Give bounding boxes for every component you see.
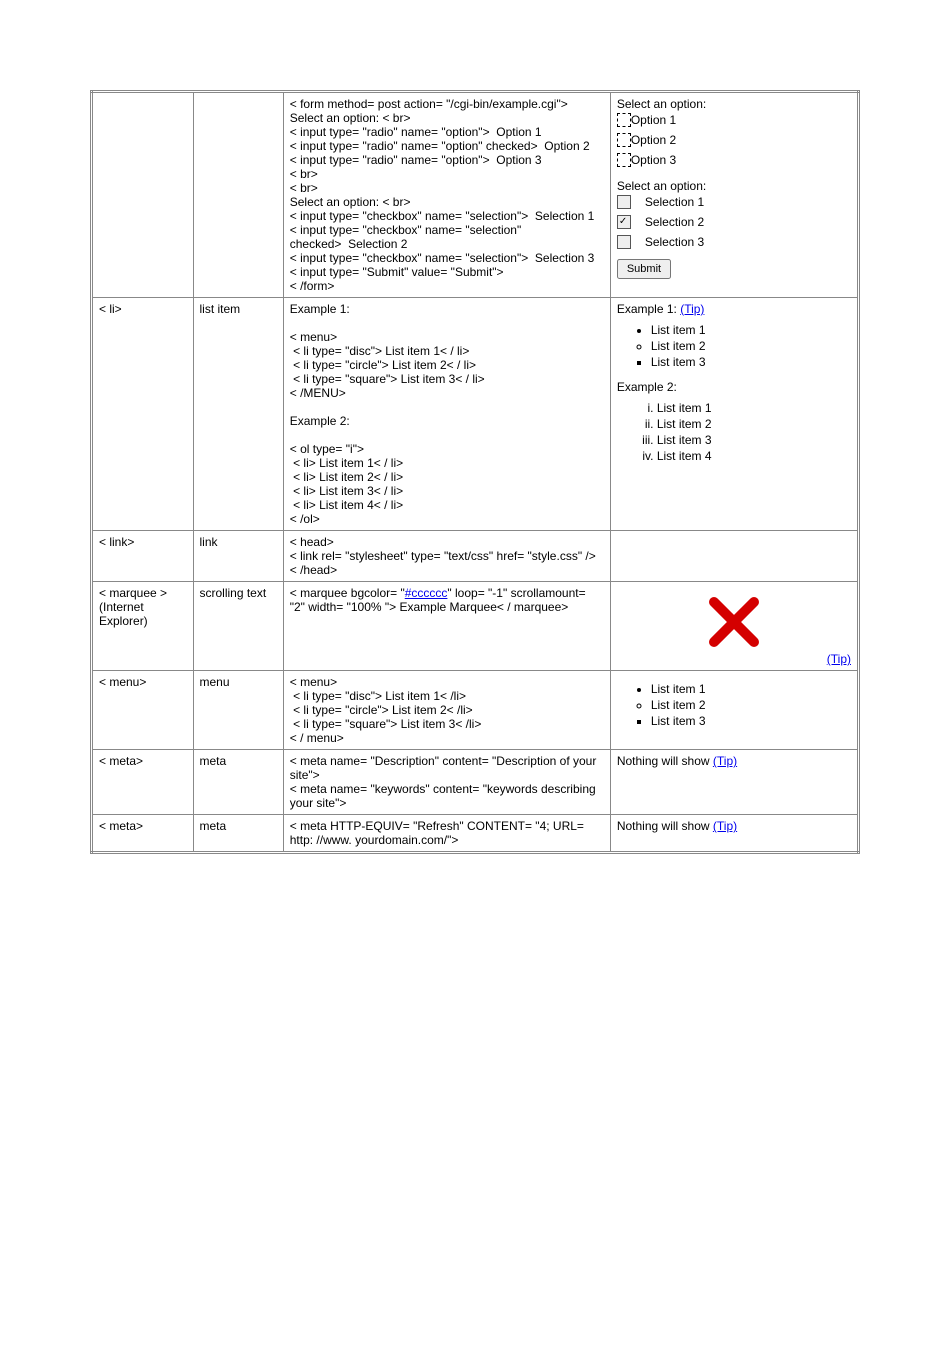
cell-preview <box>610 531 858 582</box>
menu-list-preview: List item 1 List item 2 List item 3 <box>617 681 851 729</box>
cell-tag <box>92 92 194 298</box>
list-preview-2: List item 1 List item 2 List item 3 List… <box>617 400 851 464</box>
row-meta-desc: < meta> meta < meta name= "Description" … <box>92 750 859 815</box>
cell-code: Example 1: < menu> < li type= "disc"> Li… <box>283 298 610 531</box>
tip-link[interactable]: (Tip) <box>827 652 851 666</box>
example2-label: Example 2: <box>617 380 677 394</box>
option-label: Option 2 <box>631 133 676 147</box>
row-link: < link> link < head> < link rel= "styles… <box>92 531 859 582</box>
cell-code: < meta HTTP-EQUIV= "Refresh" CONTENT= "4… <box>283 815 610 853</box>
cell-tag: < marquee > (Internet Explorer) <box>92 582 194 671</box>
cell-name <box>193 92 283 298</box>
radio-group-label: Select an option: <box>617 97 706 111</box>
cell-tag: < li> <box>92 298 194 531</box>
cell-name: meta <box>193 750 283 815</box>
list-item: List item 4 <box>657 448 851 464</box>
cell-code: < marquee bgcolor= "#cccccc" loop= "-1" … <box>283 582 610 671</box>
list-item: List item 3 <box>651 713 851 729</box>
cell-name: meta <box>193 815 283 853</box>
cell-code: < form method= post action= "/cgi-bin/ex… <box>283 92 610 298</box>
cell-preview: Nothing will show (Tip) <box>610 815 858 853</box>
checkbox-group-label: Select an option: <box>617 179 706 193</box>
radio-icon[interactable] <box>617 113 631 127</box>
list-item: List item 1 <box>651 681 851 697</box>
row-meta-refresh: < meta> meta < meta HTTP-EQUIV= "Refresh… <box>92 815 859 853</box>
selection-label: Selection 1 <box>645 195 704 209</box>
radio-icon[interactable] <box>617 133 631 147</box>
option-label: Option 3 <box>631 153 676 167</box>
checkbox-icon[interactable] <box>617 215 631 229</box>
list-item: List item 3 <box>657 432 851 448</box>
cell-code: < head> < link rel= "stylesheet" type= "… <box>283 531 610 582</box>
example1-label: Example 1: <box>617 302 677 316</box>
tip-link[interactable]: (Tip) <box>680 302 704 316</box>
checkbox-icon[interactable] <box>617 195 631 209</box>
cell-tag: < meta> <box>92 750 194 815</box>
cell-preview: List item 1 List item 2 List item 3 <box>610 671 858 750</box>
row-menu: < menu> menu < menu> < li type= "disc"> … <box>92 671 859 750</box>
selection-label: Selection 3 <box>645 235 704 249</box>
row-li: < li> list item Example 1: < menu> < li … <box>92 298 859 531</box>
list-item: List item 2 <box>651 338 851 354</box>
row-marquee: < marquee > (Internet Explorer) scrollin… <box>92 582 859 671</box>
option-label: Option 1 <box>631 113 676 127</box>
list-item: List item 2 <box>651 697 851 713</box>
list-item: List item 1 <box>657 400 851 416</box>
cell-code: < meta name= "Description" content= "Des… <box>283 750 610 815</box>
row-form: < form method= post action= "/cgi-bin/ex… <box>92 92 859 298</box>
selection-label: Selection 2 <box>645 215 704 229</box>
checkbox-icon[interactable] <box>617 235 631 249</box>
list-item: List item 2 <box>657 416 851 432</box>
cell-code: < menu> < li type= "disc"> List item 1< … <box>283 671 610 750</box>
cell-preview: Nothing will show (Tip) <box>610 750 858 815</box>
cell-tag: < link> <box>92 531 194 582</box>
radio-icon[interactable] <box>617 153 631 167</box>
cell-preview: Select an option: Option 1 Option 2 Opti… <box>610 92 858 298</box>
cell-tag: < meta> <box>92 815 194 853</box>
list-item: List item 3 <box>651 354 851 370</box>
cell-name: scrolling text <box>193 582 283 671</box>
cell-name: menu <box>193 671 283 750</box>
cell-name: link <box>193 531 283 582</box>
list-item: List item 1 <box>651 322 851 338</box>
reference-table: < form method= post action= "/cgi-bin/ex… <box>90 90 860 854</box>
submit-button[interactable]: Submit <box>617 259 671 279</box>
list-preview-1: List item 1 List item 2 List item 3 <box>617 322 851 370</box>
cell-tag: < menu> <box>92 671 194 750</box>
color-link[interactable]: #cccccc <box>405 586 448 600</box>
tip-link[interactable]: (Tip) <box>713 819 737 833</box>
cell-name: list item <box>193 298 283 531</box>
tip-link[interactable]: (Tip) <box>713 754 737 768</box>
x-icon <box>617 592 851 652</box>
cell-preview: Example 1: (Tip) List item 1 List item 2… <box>610 298 858 531</box>
cell-preview: (Tip) <box>610 582 858 671</box>
